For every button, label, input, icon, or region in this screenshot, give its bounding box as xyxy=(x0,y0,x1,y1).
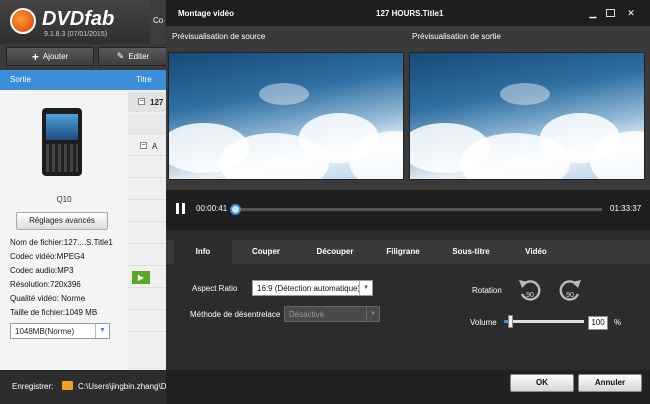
list-item[interactable]: − A xyxy=(128,136,166,156)
list-item[interactable] xyxy=(128,246,166,266)
tab-info[interactable]: Info xyxy=(174,240,232,264)
tab-couper[interactable]: Couper xyxy=(232,240,300,264)
source-preview-label: Prévisualisation de source xyxy=(172,32,266,41)
add-button-label: Ajouter xyxy=(42,52,69,61)
device-name: Q10 xyxy=(56,195,72,204)
size-select-value: 1048MB(Norme) xyxy=(15,327,75,336)
title-header: Titre xyxy=(128,70,166,90)
top-tab-label: Co xyxy=(153,16,164,25)
plus-icon: + xyxy=(31,49,39,64)
rotate-right-value: 90 xyxy=(566,292,574,299)
info-filename: Nom de fichier:127....S.Title1 xyxy=(10,238,113,247)
device-image xyxy=(42,108,82,176)
app-logo-text: DVDfab xyxy=(42,8,115,30)
tab-decouper[interactable]: Découper xyxy=(300,240,370,264)
info-size: Taille de fichier:1049 MB xyxy=(10,308,98,317)
list-item[interactable] xyxy=(128,202,166,222)
device-screen xyxy=(46,114,78,140)
list-item[interactable] xyxy=(128,114,166,134)
list-item[interactable] xyxy=(128,180,166,200)
seek-bar[interactable] xyxy=(229,204,602,215)
deinterlace-label: Méthode de désentrelace xyxy=(190,310,281,319)
aspect-ratio-value: 16:9 (Détection automatique) xyxy=(257,284,361,293)
list-item[interactable] xyxy=(128,158,166,178)
device-keyboard xyxy=(46,144,78,172)
output-header: Sortie xyxy=(0,70,128,90)
output-preview-label: Prévisualisation de sortie xyxy=(412,32,501,41)
audio-row-label: A xyxy=(152,142,158,151)
rotation-label: Rotation xyxy=(472,286,502,295)
list-item[interactable] xyxy=(128,290,166,310)
title-panel: Titre − 127 − A ▶ xyxy=(128,70,166,370)
rotate-left-icon[interactable]: 90 xyxy=(516,276,544,302)
edit-button-label: Editer xyxy=(128,52,150,61)
play-icon[interactable]: ▶ xyxy=(132,271,150,284)
collapse-icon[interactable]: − xyxy=(138,98,145,105)
deinterlace-value: Désactivé xyxy=(289,310,325,319)
dialog-footer: OK Annuler xyxy=(166,370,650,404)
list-item[interactable]: ▶ xyxy=(128,268,166,288)
seek-thumb[interactable] xyxy=(229,204,241,215)
info-video-codec: Codec vidéo:MPEG4 xyxy=(10,252,85,261)
maximize-icon[interactable] xyxy=(606,9,615,17)
top-tab-partial[interactable]: Co xyxy=(150,0,166,44)
deinterlace-select[interactable]: Désactivé ▼ xyxy=(284,306,380,322)
preview-area: Prévisualisation de source Prévisualisat… xyxy=(166,26,650,190)
info-quality: Qualité vidéo: Norme xyxy=(10,294,86,303)
close-icon[interactable]: ✕ xyxy=(624,7,638,19)
advanced-settings-button[interactable]: Réglages avancés xyxy=(16,212,108,230)
edit-button[interactable]: ✎ Editer xyxy=(98,47,168,66)
ok-button[interactable]: OK xyxy=(510,374,574,392)
tab-sous-titre[interactable]: Sous-titre xyxy=(436,240,506,264)
app-version: 9.1.8.3 (07/01/2015) xyxy=(44,31,108,38)
info-resolution: Résolution:720x396 xyxy=(10,280,81,289)
dialog-file-title: 127 HOURS.Title1 xyxy=(376,9,444,18)
info-audio-codec: Codec audio:MP3 xyxy=(10,266,74,275)
player-controls: 00:00:41 01:33:37 xyxy=(166,190,650,230)
save-path[interactable]: C:\Users\jingbin.zhang\D xyxy=(78,382,166,391)
output-panel: Sortie Q10 Réglages avancés Nom de fichi… xyxy=(0,70,128,370)
cancel-button[interactable]: Annuler xyxy=(578,374,642,392)
edit-icon: ✎ xyxy=(116,51,125,61)
current-time: 00:00:41 xyxy=(196,204,228,213)
title-row[interactable]: − 127 xyxy=(128,92,166,112)
volume-input[interactable]: 100 xyxy=(588,316,608,330)
title-row-label: 127 xyxy=(150,98,164,107)
tabs-spacer xyxy=(166,230,650,240)
volume-thumb[interactable] xyxy=(508,315,513,328)
save-to-label: Enregistrer: xyxy=(12,382,54,391)
volume-slider[interactable] xyxy=(504,315,584,328)
chevron-down-icon: ▼ xyxy=(95,324,109,338)
add-button[interactable]: + Ajouter xyxy=(6,47,94,66)
rotate-left-value: 90 xyxy=(526,292,534,299)
volume-unit: % xyxy=(614,318,622,327)
info-tab-panel: Aspect Ratio 16:9 (Détection automatique… xyxy=(166,264,650,370)
dialog-titlebar: Montage vidéo 127 HOURS.Title1 ▁ ✕ xyxy=(166,0,650,26)
edit-tabs: Info Couper Découper Filigrane Sous-titr… xyxy=(166,240,650,264)
pause-icon[interactable] xyxy=(176,203,186,214)
chevron-down-icon: ▼ xyxy=(359,281,372,295)
tab-filigrane[interactable]: Filigrane xyxy=(370,240,436,264)
folder-icon[interactable] xyxy=(62,381,73,390)
video-edit-dialog: Montage vidéo 127 HOURS.Title1 ▁ ✕ Prévi… xyxy=(166,0,650,404)
main-toolbar: + Ajouter ✎ Editer xyxy=(0,44,170,68)
size-select[interactable]: 1048MB(Norme) ▼ xyxy=(10,323,110,339)
list-item[interactable] xyxy=(128,224,166,244)
output-preview-video xyxy=(409,52,645,180)
tab-video[interactable]: Vidéo xyxy=(506,240,566,264)
source-preview-video xyxy=(168,52,404,180)
list-item[interactable] xyxy=(128,312,166,332)
chevron-down-icon: ▼ xyxy=(366,307,379,321)
volume-label: Volume xyxy=(470,318,497,327)
rotate-right-icon[interactable]: 90 xyxy=(556,276,584,302)
dialog-title: Montage vidéo xyxy=(178,9,235,18)
aspect-ratio-label: Aspect Ratio xyxy=(192,284,238,293)
dvdfab-logo-icon xyxy=(10,8,36,34)
collapse-icon[interactable]: − xyxy=(140,142,147,149)
minimize-icon[interactable]: ▁ xyxy=(586,7,600,19)
total-time: 01:33:37 xyxy=(610,204,642,213)
aspect-ratio-select[interactable]: 16:9 (Détection automatique) ▼ xyxy=(252,280,373,296)
